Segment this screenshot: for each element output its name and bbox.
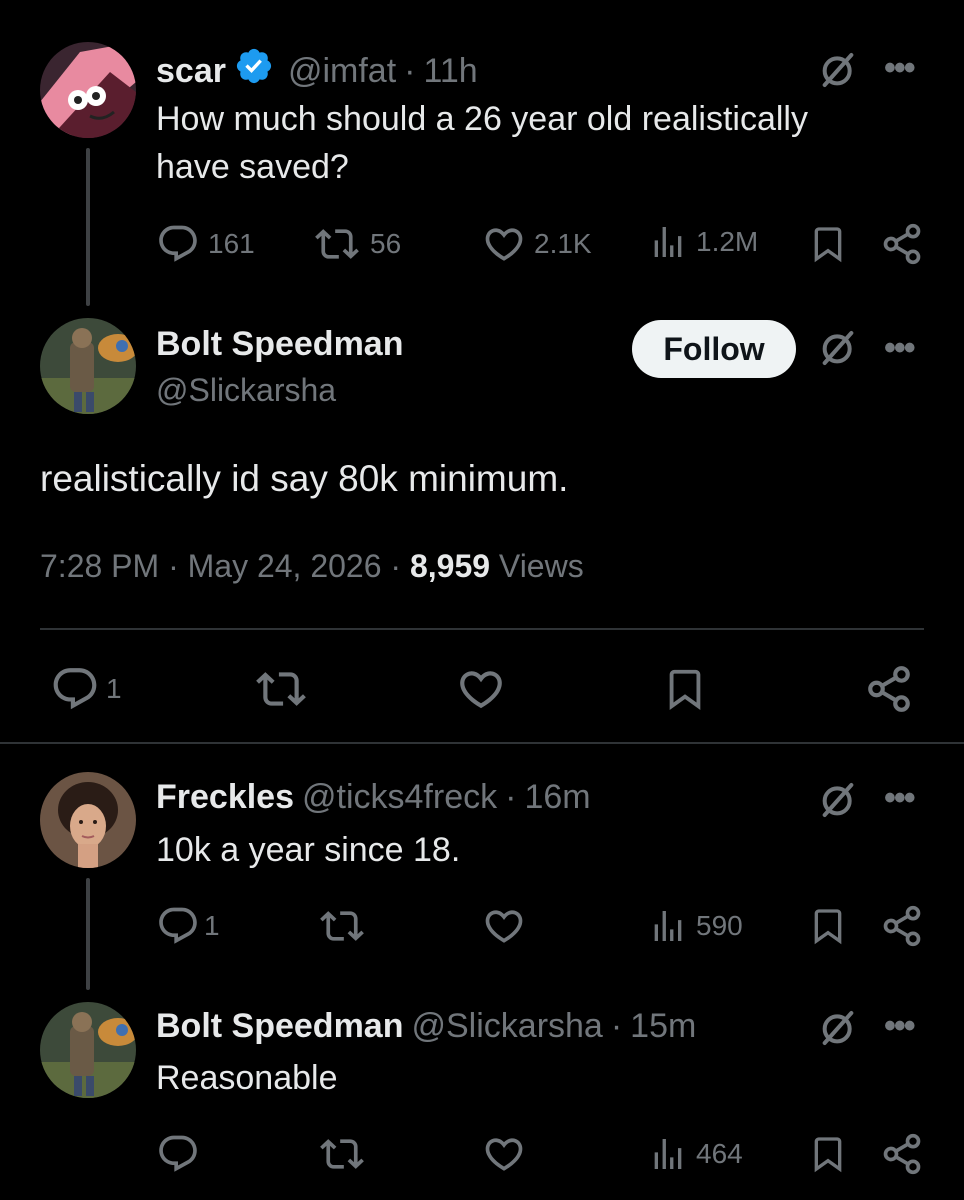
author-name[interactable]: Freckles (156, 777, 294, 817)
views-icon (648, 906, 688, 946)
verified-badge-icon (234, 46, 274, 95)
tweet-text: How much should a 26 year old realistica… (156, 95, 808, 191)
avatar-bolt-speedman[interactable] (40, 1002, 136, 1098)
divider (40, 628, 924, 630)
author-name[interactable]: Bolt Speedman (156, 1006, 403, 1046)
timestamp[interactable]: 11h (424, 51, 478, 91)
repost-count: 56 (370, 228, 402, 259)
share-icon[interactable] (880, 222, 924, 266)
views-label: Views (498, 548, 584, 584)
tweet-text: realistically id say 80k minimum. (40, 458, 569, 499)
more-icon[interactable]: ••• (884, 51, 916, 85)
heart-icon[interactable] (482, 904, 526, 948)
repost-button[interactable]: 56 (312, 222, 401, 266)
reply-count: 1 (106, 673, 122, 704)
tweet-text: 10k a year since 18. (156, 831, 461, 869)
reply-button[interactable]: 1 (50, 664, 122, 714)
grok-icon[interactable] (818, 50, 858, 90)
grok-icon[interactable] (818, 780, 858, 820)
views-count: 8,959 (409, 548, 491, 584)
avatar-scar[interactable] (40, 42, 136, 138)
separator: · (610, 1007, 623, 1045)
timestamp[interactable]: 15m (630, 1006, 696, 1046)
author-handle[interactable]: @Slickarsha (411, 1006, 602, 1046)
reply-button[interactable]: 161 (156, 222, 255, 266)
views-icon (648, 1134, 688, 1174)
grok-icon[interactable] (818, 1008, 858, 1048)
heart-icon[interactable] (456, 664, 506, 714)
reply-icon (156, 222, 200, 266)
repost-icon[interactable] (254, 664, 308, 714)
views-button[interactable]: 1.2M (648, 222, 758, 262)
author-handle[interactable]: @Slickarsha (156, 370, 336, 410)
separator: · (390, 548, 402, 584)
author-handle[interactable]: @imfat (288, 51, 396, 91)
separator: · (168, 548, 179, 584)
tweet-header: Freckles @ticks4freck · 16m (156, 777, 599, 817)
follow-button[interactable]: Follow (632, 320, 796, 378)
views-button[interactable]: 464 (648, 1134, 743, 1174)
like-count: 2.1K (534, 228, 592, 259)
author-handle[interactable]: @ticks4freck (302, 777, 497, 817)
reply-count: 161 (208, 228, 255, 259)
like-button[interactable]: 2.1K (482, 222, 592, 266)
separator: · (404, 51, 416, 90)
repost-icon (312, 222, 362, 266)
bookmark-icon[interactable] (808, 222, 848, 266)
tweet-text-line: How much should a 26 year old realistica… (156, 100, 808, 138)
thread-line (86, 878, 90, 990)
tweet-header: Bolt Speedman @Slickarsha · 15m (156, 1006, 704, 1046)
reply-button[interactable]: 1 (156, 904, 220, 948)
tweet-time[interactable]: 7:28 PM (40, 548, 159, 584)
bookmark-icon[interactable] (808, 904, 848, 948)
tweet-header: scar @imfat · 11h (156, 46, 486, 95)
grok-icon[interactable] (818, 328, 858, 368)
views-icon (648, 222, 688, 262)
author-name[interactable]: scar (156, 51, 226, 91)
tweet-date[interactable]: May 24, 2026 (188, 548, 382, 584)
separator: · (505, 778, 517, 816)
thread-line (86, 148, 90, 306)
avatar-bolt-speedman[interactable] (40, 318, 136, 414)
more-icon[interactable]: ••• (884, 1009, 916, 1043)
share-icon[interactable] (864, 664, 914, 714)
bookmark-icon[interactable] (662, 664, 708, 714)
views-count: 590 (696, 910, 743, 941)
timestamp[interactable]: 16m (524, 777, 590, 817)
more-icon[interactable]: ••• (884, 331, 916, 365)
reply-icon (50, 664, 100, 714)
author-name[interactable]: Bolt Speedman (156, 324, 403, 364)
share-icon[interactable] (880, 904, 924, 948)
avatar-freckles[interactable] (40, 772, 136, 868)
repost-icon[interactable] (318, 1132, 366, 1176)
heart-icon[interactable] (482, 1132, 526, 1176)
bookmark-icon[interactable] (808, 1132, 848, 1176)
repost-icon[interactable] (318, 904, 366, 948)
tweet-text-line: have saved? (156, 148, 349, 186)
more-icon[interactable]: ••• (884, 781, 916, 815)
views-button[interactable]: 590 (648, 906, 743, 946)
reply-icon[interactable] (156, 1132, 200, 1176)
tweet-meta: 7:28 PM · May 24, 2026 · 8,959 Views (40, 546, 584, 586)
tweet-text: Reasonable (156, 1059, 338, 1097)
heart-icon (482, 222, 526, 266)
share-icon[interactable] (880, 1132, 924, 1176)
divider (0, 742, 964, 744)
views-count: 1.2M (696, 226, 759, 257)
views-count: 464 (696, 1138, 743, 1169)
reply-icon (156, 904, 200, 948)
reply-count: 1 (204, 910, 220, 941)
